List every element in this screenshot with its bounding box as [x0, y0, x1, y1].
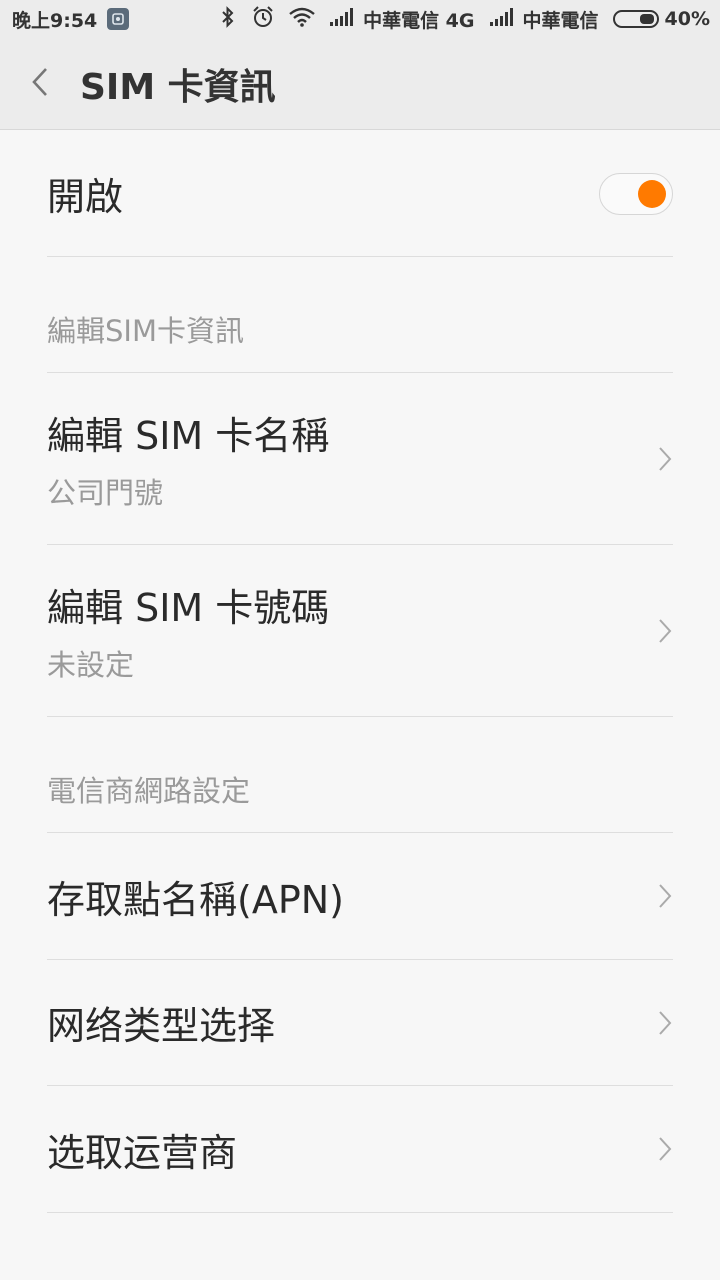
item-title: 网络类型选择 [47, 1004, 276, 1048]
item-title: 編輯 SIM 卡號碼 [47, 586, 330, 630]
status-time: 晚上9:54 [12, 9, 98, 32]
signal-icon [489, 7, 515, 31]
bluetooth-icon [219, 5, 237, 33]
notification-app-icon [107, 8, 130, 30]
chevron-right-icon [657, 445, 673, 473]
item-title: 編輯 SIM 卡名稱 [47, 414, 330, 458]
item-value: 公司門號 [47, 476, 164, 510]
settings-list: 開啟 編輯SIM卡資訊 編輯 SIM 卡名稱 公司門號 編輯 SIM 卡號碼 未… [0, 131, 720, 1213]
item-value: 未設定 [47, 648, 135, 682]
select-operator-item[interactable]: 选取运营商 [47, 1086, 673, 1213]
enable-row[interactable]: 開啟 [47, 131, 673, 257]
carrier1-label: 中華電信 4G [363, 9, 475, 32]
section-label: 編輯SIM卡資訊 [47, 314, 244, 348]
chevron-right-icon [657, 1009, 673, 1037]
apn-item[interactable]: 存取點名稱(APN) [47, 833, 673, 960]
status-bar: 晚上9:54 中華電信 4G 中華電信 40% [0, 0, 720, 38]
section-label: 電信商網路設定 [47, 774, 251, 808]
enable-toggle[interactable] [599, 172, 673, 215]
battery-icon [612, 10, 659, 28]
wifi-icon [289, 7, 315, 32]
network-type-item[interactable]: 网络类型选择 [47, 960, 673, 1086]
item-title: 选取运营商 [47, 1130, 238, 1175]
chevron-right-icon [657, 1135, 673, 1163]
signal-icon [329, 7, 355, 31]
enable-label: 開啟 [47, 175, 124, 219]
back-arrow-icon [30, 66, 50, 102]
carrier2-label: 中華電信 [522, 9, 599, 32]
battery-percent: 40% [664, 8, 710, 30]
alarm-icon [251, 5, 275, 34]
edit-sim-number-item[interactable]: 編輯 SIM 卡號碼 未設定 [47, 545, 673, 717]
chevron-right-icon [657, 882, 673, 910]
back-button[interactable] [0, 38, 80, 130]
chevron-right-icon [657, 617, 673, 645]
toggle-knob [638, 179, 666, 208]
section-header-carrier-network: 電信商網路設定 [47, 717, 673, 833]
page-title: SIM 卡資訊 [80, 66, 276, 108]
section-header-edit-sim: 編輯SIM卡資訊 [47, 257, 673, 373]
item-title: 存取點名稱(APN) [47, 877, 344, 922]
edit-sim-name-item[interactable]: 編輯 SIM 卡名稱 公司門號 [47, 373, 673, 545]
app-header: SIM 卡資訊 [0, 38, 720, 130]
